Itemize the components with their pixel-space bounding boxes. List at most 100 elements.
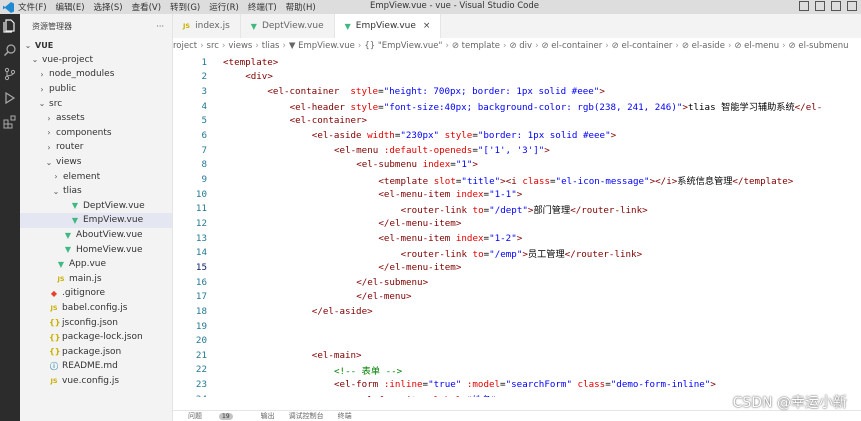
tree-file[interactable]: {} package-lock.json	[20, 330, 172, 345]
code-token: "姓名"	[467, 395, 496, 397]
tree-file[interactable]: ◆ .gitignore	[20, 286, 172, 301]
panel-tab-problems[interactable]: 问题 19	[188, 411, 247, 421]
run-debug-icon[interactable]	[0, 86, 20, 110]
tree-file[interactable]: JS vue.config.js	[20, 374, 172, 389]
menu-item[interactable]: 查看(V)	[132, 1, 161, 13]
menu-item[interactable]: 选择(S)	[94, 1, 123, 13]
breadcrumb-item[interactable]: ⊘ div	[509, 41, 532, 51]
code-token: <i	[505, 175, 517, 187]
tree-file[interactable]: ▼ AboutView.vue	[20, 228, 172, 243]
code-line: 17 </el-menu>	[173, 289, 861, 304]
more-actions-icon[interactable]: ···	[156, 22, 164, 31]
code-token: <el-container>	[289, 115, 368, 127]
code-line: 5 <el-container>	[173, 114, 861, 129]
customize-layout-icon[interactable]	[847, 1, 857, 11]
line-number: 4	[201, 100, 207, 112]
chevron-down-icon: ⌄	[45, 157, 53, 167]
tree-folder[interactable]: ⌄ views	[20, 155, 172, 170]
breadcrumb-item[interactable]: ⊘ el-aside	[682, 41, 725, 51]
tree-file[interactable]: ⓘ README.md	[20, 359, 172, 374]
tree-folder[interactable]: › assets	[20, 111, 172, 126]
toggle-primary-sidebar-icon[interactable]	[799, 1, 809, 11]
tree-folder[interactable]: ⌄ vue-project	[20, 53, 172, 68]
breadcrumb: roject › src › views › tlias › ▼ EmpView.vue ›{} …	[173, 38, 861, 53]
code-line: 10 <el-menu-item index="1-1">	[173, 187, 861, 202]
toggle-panel-icon[interactable]	[815, 1, 825, 11]
breadcrumb-item[interactable]: roject	[173, 41, 197, 51]
tab-label: EmpView.vue	[355, 21, 416, 31]
breadcrumb-item[interactable]: ⊘ el-submenu	[789, 41, 849, 51]
tree-file[interactable]: JS main.js	[20, 272, 172, 287]
code-line: 11 <router-link to="/dept">部门管理</router-l…	[173, 202, 861, 217]
tree-folder[interactable]: ⌄ src	[20, 96, 172, 111]
menu-item[interactable]: 运行(R)	[209, 1, 239, 13]
tree-folder[interactable]: › public	[20, 82, 172, 97]
breadcrumb-item[interactable]: ⊘ el-container	[541, 41, 602, 51]
code-editor[interactable]: 1 <template> 2 <div> 3 <el-container style="h…	[173, 53, 861, 397]
code-line: 16 </el-submenu>	[173, 275, 861, 290]
breadcrumb-item[interactable]: ⊘ el-menu	[734, 41, 779, 51]
explorer-sidebar: 资源管理器 ··· ⌄ VUE ⌄ vue-project › node_modules ›…	[20, 14, 173, 421]
tree-folder[interactable]: › element	[20, 169, 172, 184]
code-text: <el-menu :default-openeds="['1', '3']">	[334, 145, 550, 156]
code-token: <el-form-item	[356, 395, 428, 397]
tree-item-label: public	[49, 84, 77, 95]
tree-folder[interactable]: › components	[20, 126, 172, 141]
panel-tab-terminal[interactable]: 终端	[338, 411, 352, 421]
tree-item-label: .gitignore	[62, 288, 106, 299]
menu-item[interactable]: 文件(F)	[18, 1, 47, 13]
json-file-icon: {}	[49, 332, 61, 342]
code-token: label	[434, 395, 462, 397]
breadcrumb-item[interactable]: src	[207, 41, 219, 51]
tree-folder[interactable]: › router	[20, 140, 172, 155]
editor-tab[interactable]: ▼ DeptView.vue	[241, 14, 335, 38]
search-icon[interactable]	[0, 38, 20, 62]
editor-tab[interactable]: ▼ EmpView.vue ×	[334, 14, 442, 38]
breadcrumb-item[interactable]: views	[228, 41, 252, 51]
breadcrumb-item[interactable]: {} "EmpView.vue"	[364, 41, 442, 51]
editor-tab[interactable]: JS index.js	[173, 14, 241, 38]
tree-file[interactable]: JS babel.config.js	[20, 301, 172, 316]
code-line: 20	[173, 333, 861, 348]
tree-file[interactable]: ▼ App.vue	[20, 257, 172, 272]
chevron-right-icon: ›	[54, 172, 58, 182]
panel-tab-debug-console[interactable]: 调试控制台	[289, 411, 324, 421]
extensions-icon[interactable]	[0, 110, 20, 134]
code-token: 员工管理	[527, 248, 565, 260]
chevron-right-icon: ›	[727, 40, 732, 51]
menu-item[interactable]: 编辑(E)	[56, 1, 85, 13]
code-text: <router-link to="/dept">部门管理</router-lin…	[401, 202, 648, 216]
tree-file[interactable]: ▼ HomeView.vue	[20, 242, 172, 257]
files-icon[interactable]	[0, 14, 20, 38]
code-line: 6 <el-aside width="230px" style="border: …	[173, 128, 861, 143]
code-line: 1 <template>	[173, 55, 861, 70]
tree-file[interactable]: ▼ DeptView.vue	[20, 199, 172, 214]
tree-file[interactable]: {} jsconfig.json	[20, 315, 172, 330]
close-icon[interactable]: ×	[423, 21, 431, 31]
code-token: :default-openeds	[383, 144, 473, 156]
source-control-icon[interactable]	[0, 62, 20, 86]
breadcrumb-item[interactable]: ⊘ el-container	[612, 41, 673, 51]
toggle-secondary-sidebar-icon[interactable]	[831, 1, 841, 11]
tree-file[interactable]: {} package.json	[20, 344, 172, 359]
breadcrumb-item[interactable]: tlias	[262, 41, 280, 51]
code-token: width	[367, 130, 395, 142]
code-token: <template	[378, 175, 429, 187]
tree-file[interactable]: ▼ EmpView.vue	[20, 213, 172, 228]
breadcrumb-item[interactable]: ▼ EmpView.vue	[289, 41, 355, 51]
tree-folder[interactable]: ⌄ VUE	[20, 38, 172, 53]
breadcrumb-item[interactable]: ⊘ template	[452, 41, 500, 51]
code-token: 部门管理	[533, 204, 571, 216]
explorer-title: 资源管理器	[32, 21, 72, 31]
code-line: 21 <el-main>	[173, 348, 861, 363]
code-token: "demo-form-inline"	[610, 379, 711, 391]
panel-tab-output[interactable]: 输出	[261, 411, 275, 421]
menu-item[interactable]: 终端(T)	[248, 1, 277, 13]
code-text: <el-submenu index="1">	[356, 159, 478, 170]
line-number: 22	[195, 364, 207, 376]
tree-folder[interactable]: ⌄ tlias	[20, 184, 172, 199]
menu-item[interactable]: 帮助(H)	[286, 1, 316, 13]
tree-folder[interactable]: › node_modules	[20, 67, 172, 82]
menu-item[interactable]: 转到(G)	[170, 1, 200, 13]
chevron-right-icon: ›	[221, 40, 226, 51]
